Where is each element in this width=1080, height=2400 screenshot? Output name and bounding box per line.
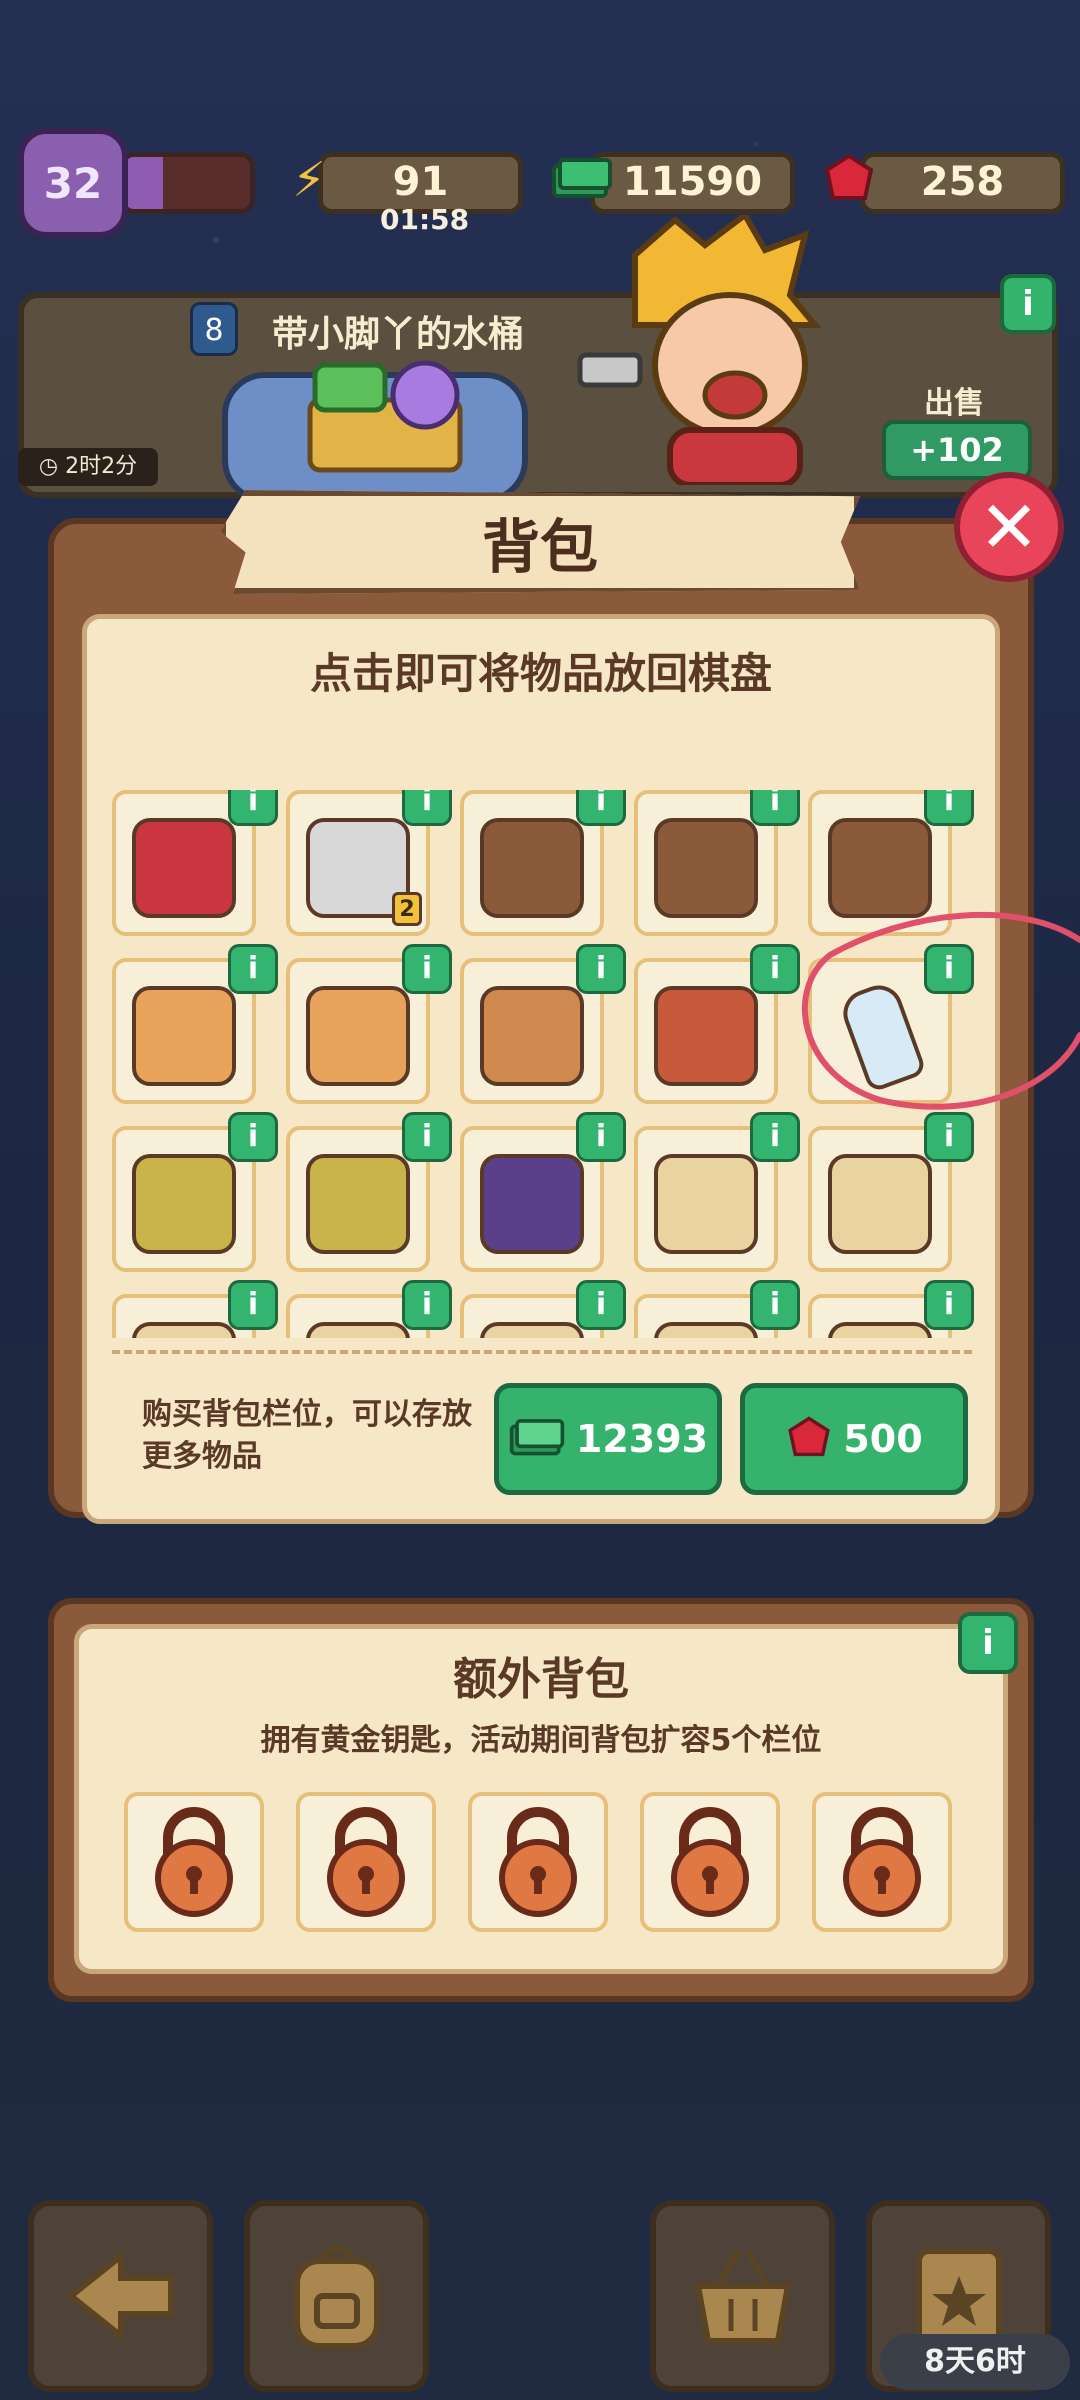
item-info-button[interactable]: i <box>228 1280 278 1330</box>
level-progress-fill <box>125 157 163 209</box>
item-info-button[interactable]: i <box>750 1280 800 1330</box>
message-bottle-icon <box>836 978 928 1094</box>
extra-backpack-title: 额外背包 <box>453 1654 629 1705</box>
padlock-icon <box>671 1807 749 1917</box>
cash-value: 11590 <box>622 159 763 205</box>
lightning-icon: ⚡ <box>292 152 326 208</box>
character-illustration <box>577 215 822 485</box>
padlock-icon <box>327 1807 405 1917</box>
locked-slot[interactable] <box>468 1792 608 1932</box>
cash-icon <box>509 1419 565 1456</box>
item-info-button[interactable]: i <box>228 790 278 826</box>
clover-box-icon <box>828 1154 932 1254</box>
item-info-button[interactable]: i <box>576 790 626 826</box>
item-info-button[interactable]: i <box>750 944 800 994</box>
dragon-book-icon <box>654 986 758 1086</box>
buy-slot-cash-button[interactable]: 12393 <box>494 1383 722 1495</box>
level-badge[interactable]: 32 <box>18 128 128 238</box>
partial-item-icon <box>132 1322 236 1338</box>
buy-slot-gem-button[interactable]: 500 <box>740 1383 968 1495</box>
item-info-button[interactable]: i <box>576 944 626 994</box>
partial-item-icon <box>480 1322 584 1338</box>
backpack-item-grid: i 2 i i i i i i i i i i i i i i i i i i i <box>112 790 992 1338</box>
close-button[interactable]: ✕ <box>954 472 1064 582</box>
item-count-badge: 2 <box>392 892 422 926</box>
task-title: 带小脚丫的水桶 <box>272 314 525 355</box>
task-info-button[interactable]: i <box>1000 274 1056 334</box>
task-time-left: ◷ 2时2分 <box>18 448 158 486</box>
item-info-button[interactable]: i <box>750 790 800 826</box>
buy-cash-price: 12393 <box>575 1417 709 1461</box>
locked-slot[interactable] <box>812 1792 952 1932</box>
item-info-button[interactable]: i <box>228 944 278 994</box>
backpack-subtitle: 点击即可将物品放回棋盘 <box>309 649 772 698</box>
folders-icon <box>828 818 932 918</box>
basket-icon <box>693 2249 792 2344</box>
ruby-icon <box>815 146 883 214</box>
level-progress-bar <box>120 152 255 214</box>
sprout-creature-icon <box>132 1154 236 1254</box>
item-info-button[interactable]: i <box>924 944 974 994</box>
sell-button[interactable]: +102 <box>882 420 1032 480</box>
item-info-button[interactable]: i <box>402 1112 452 1162</box>
sell-label: 出售 <box>924 386 984 421</box>
close-icon: ✕ <box>978 485 1040 569</box>
backpack-illustration <box>222 360 528 503</box>
item-info-button[interactable]: i <box>576 1112 626 1162</box>
extra-backpack-desc: 拥有黄金钥匙，活动期间背包扩容5个栏位 <box>260 1723 822 1758</box>
envelope-icon <box>132 986 236 1086</box>
item-info-button[interactable]: i <box>750 1112 800 1162</box>
grid-divider <box>112 1350 972 1354</box>
task-level-shield: 8 <box>190 302 238 356</box>
extra-info-button[interactable]: i <box>958 1612 1018 1674</box>
partial-item-icon <box>654 1322 758 1338</box>
shop-basket-button[interactable] <box>650 2200 835 2392</box>
cash-icon <box>548 146 616 214</box>
purple-wheel-icon <box>480 1154 584 1254</box>
partial-item-icon <box>306 1322 410 1338</box>
folders-icon <box>480 818 584 918</box>
locked-slot[interactable] <box>296 1792 436 1932</box>
padlock-icon <box>499 1807 577 1917</box>
folders-icon <box>654 818 758 918</box>
event-timer: 8天6时 <box>880 2334 1070 2390</box>
locked-slot[interactable] <box>640 1792 780 1932</box>
clock-icon: ◷ <box>38 454 66 479</box>
task-time-value: 2时2分 <box>65 454 138 479</box>
top-hud: 32 91 ⚡ 01:58 11590 258 <box>0 0 1080 280</box>
parcel-stack-icon <box>480 986 584 1086</box>
locked-slot[interactable] <box>124 1792 264 1932</box>
ruby-icon <box>788 1416 831 1457</box>
padlock-icon <box>155 1807 233 1917</box>
buy-slots-text: 购买背包栏位，可以存放更多物品 <box>142 1397 472 1474</box>
item-info-button[interactable]: i <box>924 1112 974 1162</box>
energy-value: 91 <box>392 159 449 205</box>
padlock-icon <box>843 1807 921 1917</box>
item-info-button[interactable]: i <box>402 790 452 826</box>
clover-box-icon <box>654 1154 758 1254</box>
arrow-left-icon <box>65 2249 174 2343</box>
back-button[interactable] <box>28 2200 213 2392</box>
backpack-icon <box>293 2245 380 2349</box>
item-info-button[interactable]: i <box>228 1112 278 1162</box>
partial-item-icon <box>828 1322 932 1338</box>
sprout-creature-bow-icon <box>306 1154 410 1254</box>
red-toolbox-icon <box>132 818 236 918</box>
item-info-button[interactable]: i <box>924 1280 974 1330</box>
envelope-stack-icon <box>306 986 410 1086</box>
backpack-title: 背包 <box>220 490 860 594</box>
item-info-button[interactable]: i <box>402 944 452 994</box>
backpack-nav-button[interactable] <box>244 2200 429 2392</box>
cash-counter[interactable]: 11590 <box>590 152 795 214</box>
item-info-button[interactable]: i <box>402 1280 452 1330</box>
energy-timer: 01:58 <box>380 203 470 236</box>
buy-gem-price: 500 <box>843 1417 923 1461</box>
item-info-button[interactable]: i <box>576 1280 626 1330</box>
item-info-button[interactable]: i <box>924 790 974 826</box>
gem-value: 258 <box>920 159 1005 205</box>
gem-counter[interactable]: 258 <box>860 152 1065 214</box>
